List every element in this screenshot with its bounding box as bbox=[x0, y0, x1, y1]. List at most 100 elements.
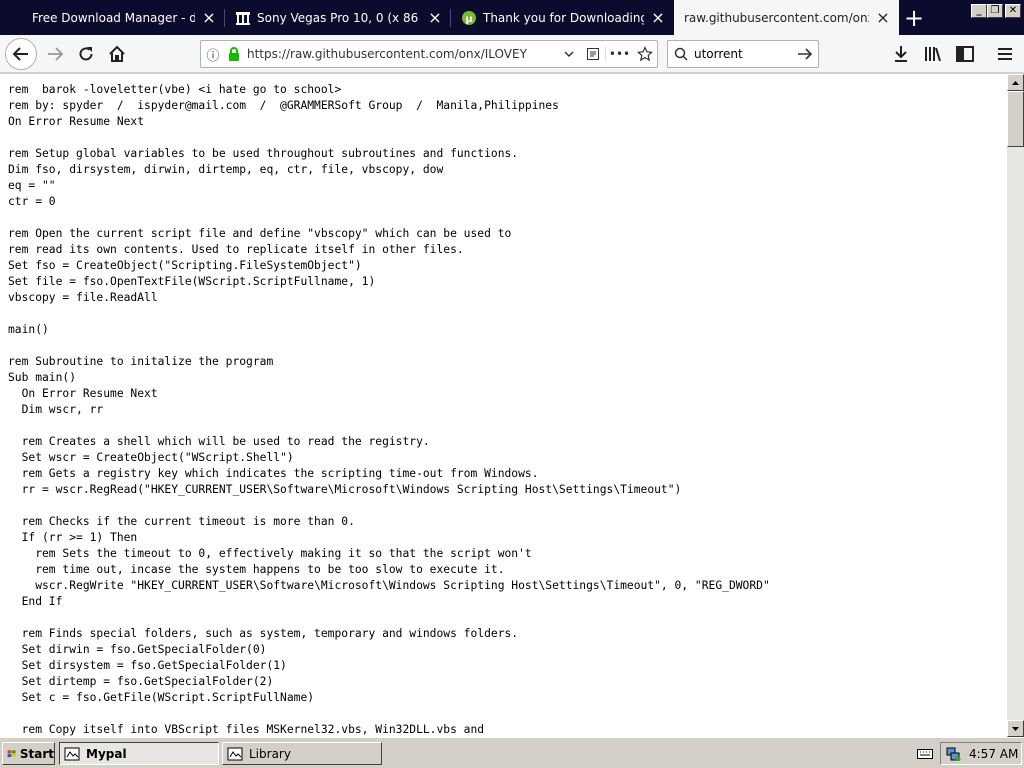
code-line: ctr = 0 bbox=[8, 195, 56, 208]
code-line: rem read its own contents. Used to repli… bbox=[8, 243, 464, 256]
code-line: rem Checks if the current timeout is mor… bbox=[8, 515, 355, 528]
lock-icon[interactable] bbox=[225, 47, 243, 61]
utorrent-icon: µ bbox=[461, 10, 477, 26]
code-line: rem Gets a registry key which indicates … bbox=[8, 467, 539, 480]
code-line: Set file = fso.OpenTextFile(WScript.Scri… bbox=[8, 275, 376, 288]
library-icon bbox=[925, 47, 941, 62]
reload-button[interactable] bbox=[71, 39, 101, 69]
taskbar-item-mypal[interactable]: Mypal bbox=[59, 742, 219, 765]
back-arrow-icon bbox=[12, 47, 28, 61]
code-line: eq = "" bbox=[8, 179, 56, 192]
raw-code-text: rem barok -loveletter(vbe) <i hate go to… bbox=[8, 82, 770, 737]
download-icon bbox=[895, 46, 907, 62]
taskbar: Start Mypal Library 4:57 AM bbox=[0, 737, 1024, 768]
downloads-button[interactable] bbox=[886, 39, 916, 69]
search-icon bbox=[668, 47, 694, 61]
code-line: Set dirtemp = fso.GetSpecialFolder(2) bbox=[8, 675, 274, 688]
menu-button[interactable] bbox=[990, 39, 1020, 69]
tab-sony-vegas[interactable]: Sony Vegas Pro 10, 0 (x 86 & X 6 × bbox=[225, 0, 451, 35]
library-button[interactable] bbox=[918, 39, 948, 69]
minimize-button[interactable]: _ bbox=[971, 4, 987, 18]
close-window-button[interactable]: ✕ bbox=[1005, 4, 1021, 18]
arrow-down-icon bbox=[1012, 726, 1019, 731]
tab-title: Thank you for Downloading µTorre bbox=[483, 10, 644, 25]
code-line: Set fso = CreateObject("Scripting.FileSy… bbox=[8, 259, 362, 272]
reader-view-icon[interactable] bbox=[581, 47, 605, 61]
navigation-toolbar: ⓘ https://raw.githubusercontent.com/onx/… bbox=[0, 35, 1024, 73]
dropdown-icon[interactable] bbox=[557, 48, 581, 60]
bookmark-star-icon[interactable] bbox=[633, 46, 657, 62]
maximize-button[interactable]: ❐ bbox=[987, 4, 1003, 18]
code-line: rr = wscr.RegRead("HKEY_CURRENT_USER\Sof… bbox=[8, 483, 682, 496]
system-tray: 4:57 AM bbox=[940, 742, 1022, 765]
code-line: If (rr >= 1) Then bbox=[8, 531, 138, 544]
forward-arrow-icon bbox=[48, 47, 64, 61]
code-line: rem barok -loveletter(vbe) <i hate go to… bbox=[8, 83, 342, 96]
arrow-up-icon bbox=[1012, 80, 1019, 85]
tab-close-icon[interactable]: × bbox=[875, 9, 891, 26]
mypal-icon bbox=[64, 747, 80, 760]
code-line: wscr.RegWrite "HKEY_CURRENT_USER\Softwar… bbox=[8, 579, 770, 592]
taskbar-item-label: Mypal bbox=[86, 746, 127, 761]
code-line: On Error Resume Next bbox=[8, 115, 145, 128]
code-line: rem Sets the timeout to 0, effectively m… bbox=[8, 547, 532, 560]
reload-icon bbox=[79, 47, 93, 61]
forward-button[interactable] bbox=[40, 39, 70, 69]
code-line: Set c = fso.GetFile(WScript.ScriptFullNa… bbox=[8, 691, 315, 704]
scroll-up-button[interactable] bbox=[1007, 74, 1024, 91]
code-line: main() bbox=[8, 323, 49, 336]
clock[interactable]: 4:57 AM bbox=[969, 747, 1018, 761]
code-line: Set dirsystem = fso.GetSpecialFolder(1) bbox=[8, 659, 287, 672]
url-bar[interactable]: ⓘ https://raw.githubusercontent.com/onx/… bbox=[200, 40, 658, 68]
tab-title: Sony Vegas Pro 10, 0 (x 86 & X 6 bbox=[257, 10, 421, 25]
code-line: rem time out, incase the system happens … bbox=[8, 563, 505, 576]
code-line: Set wscr = CreateObject("WScript.Shell") bbox=[8, 451, 294, 464]
page-actions-icon[interactable]: ••• bbox=[605, 47, 633, 61]
code-line: vbscopy = file.ReadAll bbox=[8, 291, 158, 304]
back-button[interactable] bbox=[5, 38, 37, 70]
tab-free-download-manager[interactable]: Free Download Manager - downlo × bbox=[0, 0, 225, 35]
search-input[interactable]: utorrent bbox=[694, 47, 792, 61]
tab-close-icon[interactable]: × bbox=[201, 9, 217, 26]
fdm-icon bbox=[10, 10, 26, 26]
keyboard-icon[interactable] bbox=[917, 747, 933, 760]
svg-text:µ: µ bbox=[465, 14, 473, 25]
info-icon[interactable]: ⓘ bbox=[201, 45, 225, 64]
sidebar-button[interactable] bbox=[950, 39, 980, 69]
taskbar-item-library[interactable]: Library bbox=[222, 742, 382, 765]
search-box[interactable]: utorrent bbox=[667, 40, 819, 68]
windows-logo-icon bbox=[7, 749, 16, 757]
tab-title: raw.githubusercontent.com/onx/ILOVE bbox=[684, 10, 869, 25]
home-button[interactable] bbox=[102, 39, 132, 69]
search-go-icon[interactable] bbox=[792, 47, 818, 61]
tab-close-icon[interactable]: × bbox=[650, 9, 666, 26]
code-line: On Error Resume Next bbox=[8, 387, 158, 400]
code-line: rem Subroutine to initalize the program bbox=[8, 355, 274, 368]
home-icon bbox=[109, 45, 125, 62]
tab-close-icon[interactable]: × bbox=[427, 9, 443, 26]
tab-utorrent[interactable]: µ Thank you for Downloading µTorre × bbox=[451, 0, 674, 35]
page-content: rem barok -loveletter(vbe) <i hate go to… bbox=[0, 74, 1007, 737]
code-line: Sub main() bbox=[8, 371, 77, 384]
library-window-icon bbox=[227, 747, 243, 760]
code-line: End If bbox=[8, 595, 63, 608]
new-tab-button[interactable]: + bbox=[899, 3, 929, 33]
code-line: Dim fso, dirsystem, dirwin, dirtemp, eq,… bbox=[8, 163, 444, 176]
tab-github-raw[interactable]: raw.githubusercontent.com/onx/ILOVE × bbox=[674, 0, 899, 35]
tab-strip: Free Download Manager - downlo × Sony Ve… bbox=[0, 0, 1024, 35]
code-line: Set dirwin = fso.GetSpecialFolder(0) bbox=[8, 643, 267, 656]
archive-icon bbox=[235, 10, 251, 26]
url-text[interactable]: https://raw.githubusercontent.com/onx/IL… bbox=[243, 47, 557, 61]
scroll-down-button[interactable] bbox=[1007, 720, 1024, 737]
start-button[interactable]: Start bbox=[2, 742, 55, 765]
code-line: rem Open the current script file and def… bbox=[8, 227, 512, 240]
taskbar-item-label: Library bbox=[249, 746, 291, 761]
network-icon[interactable] bbox=[945, 747, 961, 761]
vertical-scrollbar[interactable] bbox=[1007, 74, 1024, 737]
scrollbar-thumb[interactable] bbox=[1007, 91, 1024, 147]
